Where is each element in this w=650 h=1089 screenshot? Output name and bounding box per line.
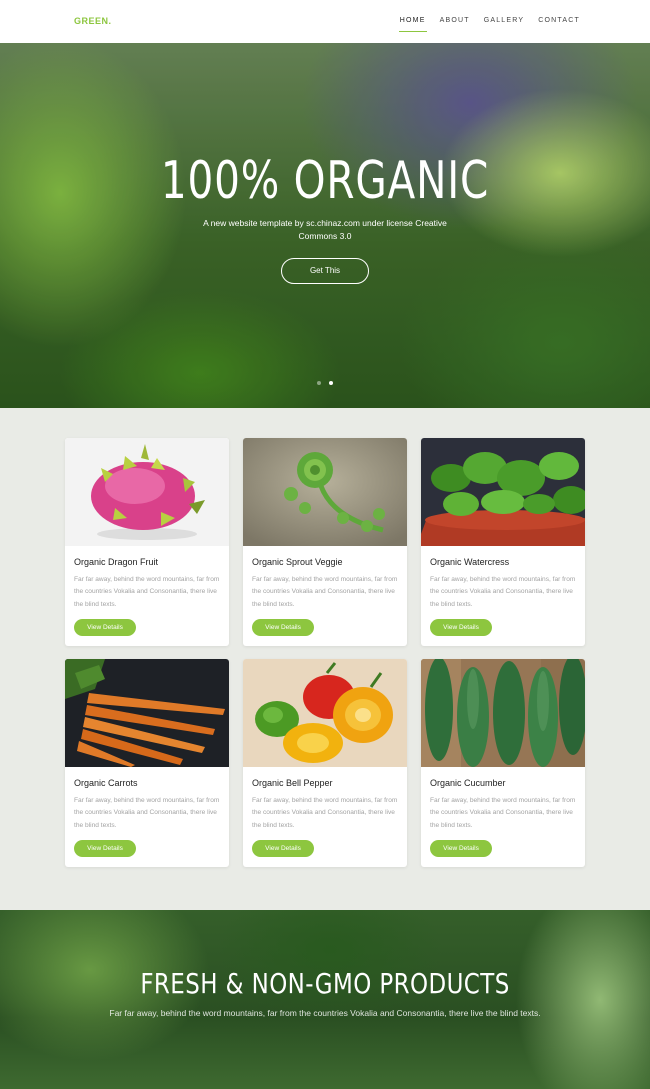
product-description: Far far away, behind the word mountains,… [430, 576, 576, 608]
product-card: Organic Bell Pepper Far far away, behind… [243, 659, 407, 867]
view-details-button[interactable]: View Details [74, 619, 136, 636]
fresh-title: FRESH & NON-GMO PRODUCTS [140, 967, 510, 1000]
view-details-button[interactable]: View Details [430, 619, 492, 636]
view-details-button[interactable]: View Details [74, 840, 136, 857]
product-description: Far far away, behind the word mountains,… [430, 797, 576, 829]
cucumber-image [421, 659, 585, 767]
product-title: Organic Sprout Veggie [252, 557, 343, 567]
carousel-dots [317, 381, 333, 385]
product-title: Organic Bell Pepper [252, 778, 333, 788]
product-title: Organic Dragon Fruit [74, 557, 159, 567]
fresh-subtitle: Far far away, behind the word mountains,… [109, 1008, 541, 1018]
hero-subtitle: A new website template by sc.chinaz.com … [203, 218, 447, 241]
carrots-image [65, 659, 229, 767]
bell-pepper-image [243, 659, 407, 767]
top-nav: GREEN. HOME ABOUT GALLERY CONTACT [0, 0, 650, 43]
product-card: Organic Carrots Far far away, behind the… [65, 659, 229, 867]
carousel-dot-1[interactable] [317, 381, 321, 385]
view-details-button[interactable]: View Details [252, 840, 314, 857]
get-this-button[interactable]: Get This [281, 258, 369, 284]
fresh-banner: FRESH & NON-GMO PRODUCTS Far far away, b… [0, 910, 650, 1089]
main-menu: HOME ABOUT GALLERY CONTACT [386, 17, 580, 32]
nav-item-home[interactable]: HOME [398, 17, 427, 32]
brand-logo[interactable]: GREEN. [74, 16, 112, 26]
nav-item-contact[interactable]: CONTACT [538, 17, 580, 30]
products-section: Organic Dragon Fruit Far far away, behin… [0, 408, 650, 910]
view-details-button[interactable]: View Details [252, 619, 314, 636]
dragon-fruit-image [65, 438, 229, 546]
sprout-image [243, 438, 407, 546]
nav-item-gallery[interactable]: GALLERY [484, 17, 525, 30]
product-description: Far far away, behind the word mountains,… [252, 797, 398, 829]
hero-banner: 100% ORGANIC A new website template by s… [0, 43, 650, 408]
product-card: Organic Dragon Fruit Far far away, behin… [65, 438, 229, 646]
product-card: Organic Watercress Far far away, behind … [421, 438, 585, 646]
product-title: Organic Cucumber [430, 778, 506, 788]
product-title: Organic Carrots [74, 778, 138, 788]
nav-item-about[interactable]: ABOUT [440, 17, 470, 30]
hero-title: 100% ORGANIC [160, 151, 490, 211]
carousel-dot-2[interactable] [329, 381, 333, 385]
watercress-image [421, 438, 585, 546]
product-title: Organic Watercress [430, 557, 510, 567]
product-description: Far far away, behind the word mountains,… [74, 576, 220, 608]
product-description: Far far away, behind the word mountains,… [74, 797, 220, 829]
view-details-button[interactable]: View Details [430, 840, 492, 857]
product-card: Organic Cucumber Far far away, behind th… [421, 659, 585, 867]
product-card: Organic Sprout Veggie Far far away, behi… [243, 438, 407, 646]
product-description: Far far away, behind the word mountains,… [252, 576, 398, 608]
